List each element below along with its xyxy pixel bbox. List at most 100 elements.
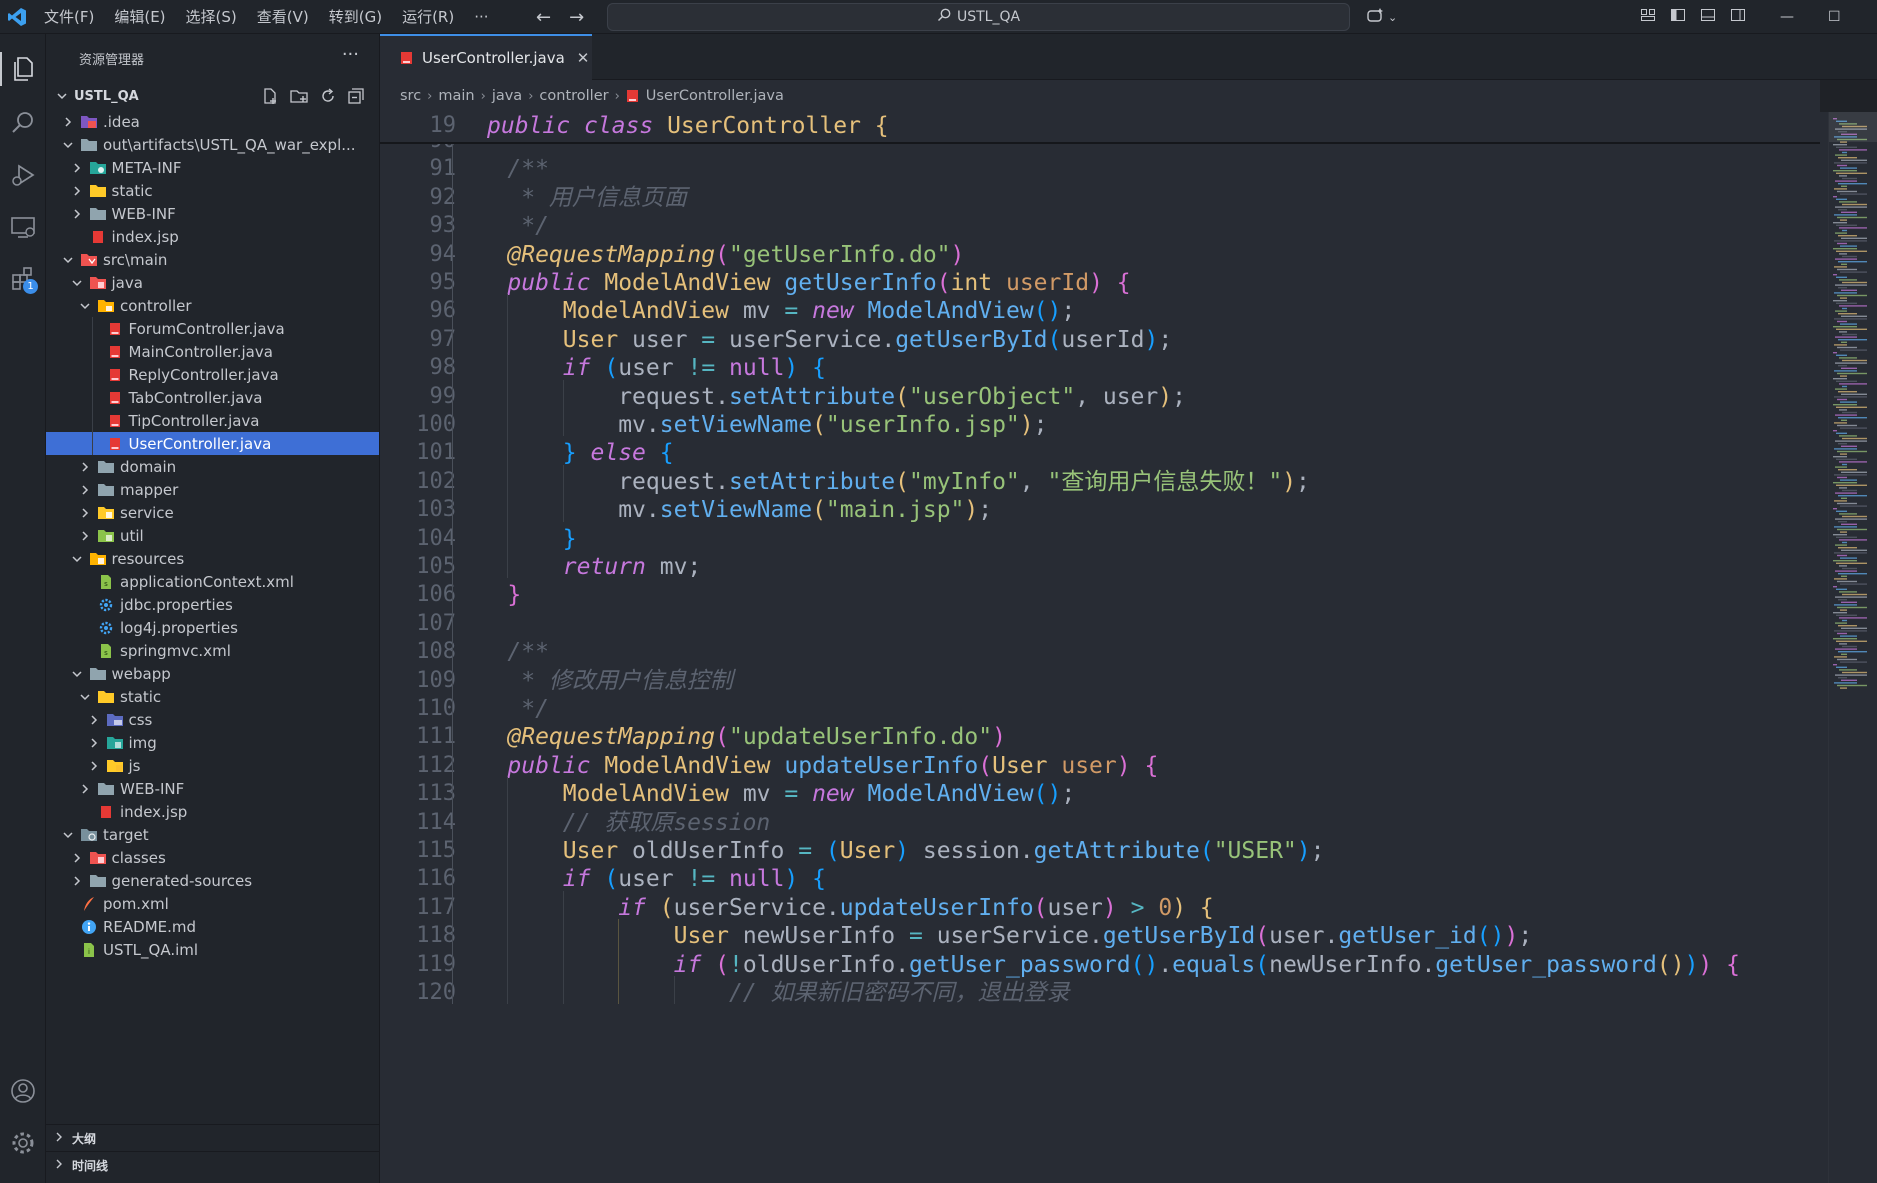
tree-folder[interactable]: static xyxy=(46,179,379,202)
run-debug-icon[interactable] xyxy=(6,158,40,192)
folder-icon xyxy=(97,482,115,498)
tree-folder[interactable]: domain xyxy=(46,455,379,478)
explorer-icon[interactable] xyxy=(0,52,40,86)
tree-file[interactable]: i USTL_QA.iml xyxy=(46,938,379,961)
tree-file[interactable]: README.md xyxy=(46,915,379,938)
tree-folder[interactable]: controller xyxy=(46,294,379,317)
outline-section[interactable]: 大纲 xyxy=(46,1124,379,1151)
breadcrumb-item[interactable]: java xyxy=(492,88,522,104)
tree-folder[interactable]: java xyxy=(46,271,379,294)
workspace-root-label: USTL_QA xyxy=(74,88,139,104)
new-folder-icon[interactable] xyxy=(289,87,309,109)
tree-file[interactable]: index.jsp xyxy=(46,800,379,823)
tree-folder[interactable]: static xyxy=(46,685,379,708)
chevron-right-icon xyxy=(77,459,93,475)
tree-folder[interactable]: generated-sources xyxy=(46,869,379,892)
refresh-icon[interactable] xyxy=(319,87,337,109)
tab-usercontroller[interactable]: UserController.java ✕ xyxy=(380,34,592,80)
forward-arrow-icon[interactable]: → xyxy=(569,7,584,28)
remote-explorer-icon[interactable] xyxy=(6,210,40,244)
code-line[interactable]: return mv; xyxy=(563,550,701,584)
code-line[interactable]: mv.setViewName("main.jsp"); xyxy=(618,493,992,527)
minimap[interactable] xyxy=(1828,112,1877,1183)
breadcrumb-item[interactable]: main xyxy=(438,88,474,104)
menu-item[interactable]: 编辑(E) xyxy=(104,0,175,34)
maximize-icon[interactable]: ☐ xyxy=(1828,9,1841,25)
menu-item[interactable]: 查看(V) xyxy=(247,0,319,34)
vscode-logo-icon xyxy=(0,0,34,34)
tree-file[interactable]: UserController.java xyxy=(46,432,379,455)
tree-folder[interactable]: classes xyxy=(46,846,379,869)
tree-file[interactable]: s springmvc.xml xyxy=(46,639,379,662)
tree-folder[interactable]: js xyxy=(46,754,379,777)
account-icon[interactable] xyxy=(6,1074,40,1108)
tree-file[interactable]: ReplyController.java xyxy=(46,363,379,386)
tree-folder[interactable]: service xyxy=(46,501,379,524)
tree-folder[interactable]: util xyxy=(46,524,379,547)
sticky-scroll-header[interactable]: 19 public class UserController { xyxy=(380,112,1820,144)
tree-folder[interactable]: resources xyxy=(46,547,379,570)
tree-item-label: classes xyxy=(111,848,166,867)
chevron-down-icon xyxy=(69,666,85,682)
tree-file[interactable]: s applicationContext.xml xyxy=(46,570,379,593)
chevron-right-icon xyxy=(86,758,102,774)
code-line[interactable]: } xyxy=(507,578,521,612)
collapse-all-icon[interactable] xyxy=(347,87,365,109)
tree-folder[interactable]: src\main xyxy=(46,248,379,271)
timeline-section[interactable]: 时间线 xyxy=(46,1151,379,1178)
breadcrumb-item[interactable]: UserController.java xyxy=(646,88,784,104)
tree-file[interactable]: pom.xml xyxy=(46,892,379,915)
tree-folder[interactable]: META-INF xyxy=(46,156,379,179)
menu-item[interactable]: 文件(F) xyxy=(34,0,104,34)
tree-folder[interactable]: WEB-INF xyxy=(46,202,379,225)
tree-folder[interactable]: css xyxy=(46,708,379,731)
extensions-icon[interactable]: 1 xyxy=(6,262,40,296)
search-icon[interactable] xyxy=(6,106,40,140)
minimize-icon[interactable]: — xyxy=(1780,9,1794,25)
code-editor[interactable]: 19 public class UserController { 9091/**… xyxy=(380,112,1828,1183)
tree-folder[interactable]: webapp xyxy=(46,662,379,685)
tree-file[interactable]: index.jsp xyxy=(46,225,379,248)
breadcrumb-item[interactable]: controller xyxy=(539,88,608,104)
chevron-right-icon xyxy=(69,183,85,199)
menu-overflow[interactable]: ··· xyxy=(464,0,498,34)
tree-file[interactable]: MainController.java xyxy=(46,340,379,363)
tree-file[interactable]: jdbc.properties xyxy=(46,593,379,616)
tree-item-label: USTL_QA.iml xyxy=(103,940,199,959)
indent-guide xyxy=(618,919,620,1005)
code-line[interactable]: mv.setViewName("userInfo.jsp"); xyxy=(618,408,1047,442)
tree-folder[interactable]: WEB-INF xyxy=(46,777,379,800)
toggle-primary-sidebar-icon[interactable] xyxy=(1670,7,1686,27)
new-file-icon[interactable] xyxy=(261,87,279,109)
classes-folder-icon xyxy=(89,850,107,866)
tree-file[interactable]: ForumController.java xyxy=(46,317,379,340)
back-arrow-icon[interactable]: ← xyxy=(536,7,551,28)
close-icon[interactable]: ✕ xyxy=(577,49,590,67)
copilot-menu[interactable]: ⌄ xyxy=(1366,0,1397,34)
code-line[interactable]: // 如果新旧密码不同，退出登录 xyxy=(729,976,1070,1010)
menu-item[interactable]: 运行(R) xyxy=(392,0,464,34)
breadcrumb-item[interactable]: src xyxy=(400,88,421,104)
command-center-search[interactable]: USTL_QA xyxy=(607,3,1350,31)
java-file-icon xyxy=(106,413,124,429)
menu-item[interactable]: 转到(G) xyxy=(319,0,392,34)
chevron-right-icon xyxy=(77,781,93,797)
tree-item-label: jdbc.properties xyxy=(120,595,233,614)
tree-folder[interactable]: img xyxy=(46,731,379,754)
tree-item-label: css xyxy=(128,710,153,729)
tree-folder[interactable]: target xyxy=(46,823,379,846)
menu-item[interactable]: 选择(S) xyxy=(176,0,247,34)
tree-file[interactable]: TipController.java xyxy=(46,409,379,432)
toggle-panel-icon[interactable] xyxy=(1700,7,1716,27)
tree-file[interactable]: log4j.properties xyxy=(46,616,379,639)
tree-folder[interactable]: mapper xyxy=(46,478,379,501)
customize-layout-icon[interactable] xyxy=(1640,7,1656,27)
settings-gear-icon[interactable] xyxy=(6,1126,40,1160)
tree-file[interactable]: TabController.java xyxy=(46,386,379,409)
more-actions-icon[interactable]: ··· xyxy=(342,44,359,65)
workspace-root[interactable]: USTL_QA xyxy=(46,82,379,110)
toggle-secondary-sidebar-icon[interactable] xyxy=(1730,7,1746,27)
tree-folder[interactable]: out\artifacts\USTL_QA_war_expl... xyxy=(46,133,379,156)
tree-folder[interactable]: .idea xyxy=(46,110,379,133)
